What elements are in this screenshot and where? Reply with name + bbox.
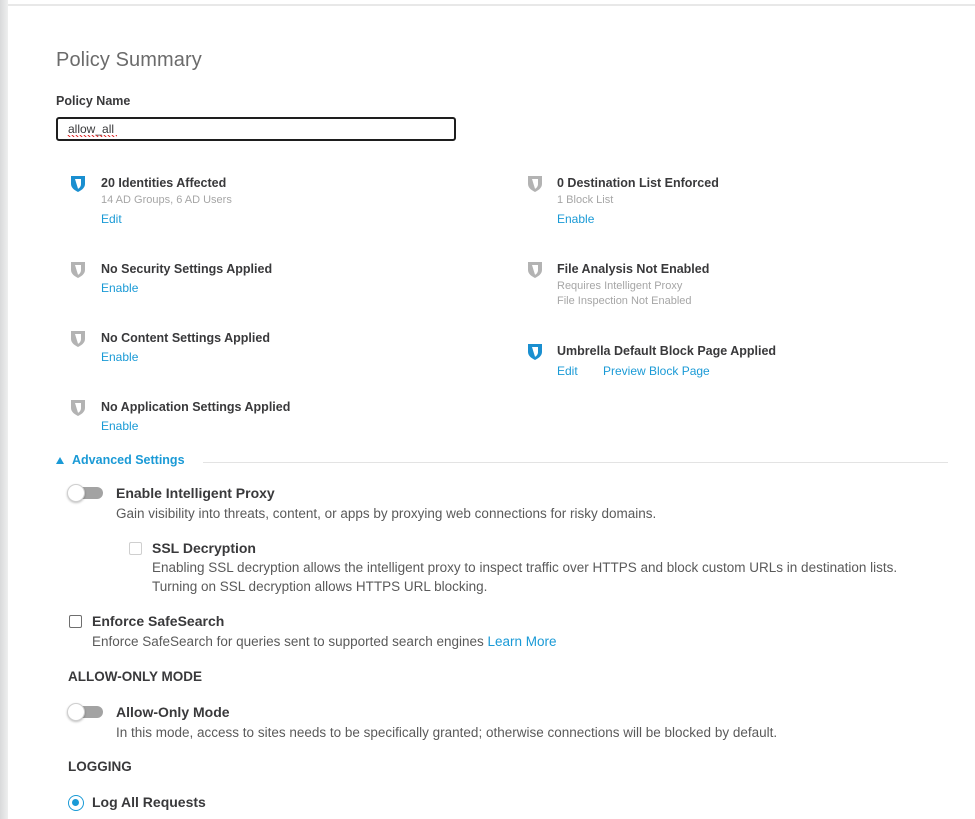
intelligent-proxy-title: Enable Intelligent Proxy	[116, 485, 275, 501]
content-enable-link[interactable]: Enable	[101, 350, 138, 364]
ssl-decryption-checkbox[interactable]	[129, 542, 142, 555]
summary-file-analysis: File Analysis Not Enabled Requires Intel…	[528, 262, 828, 312]
ssl-decryption-description-1: Enabling SSL decryption allows the intel…	[152, 560, 898, 575]
intelligent-proxy-toggle[interactable]	[67, 484, 103, 502]
summary-content: No Content Settings Applied Enable	[71, 331, 371, 371]
shield-inactive-icon	[71, 400, 85, 416]
application-title: No Application Settings Applied	[101, 400, 291, 414]
shield-active-icon	[71, 176, 85, 192]
security-title: No Security Settings Applied	[101, 262, 273, 276]
destination-subtitle: 1 Block List	[557, 194, 614, 206]
learn-more-link[interactable]: Learn More	[488, 634, 557, 649]
advanced-settings-divider	[203, 462, 948, 463]
toggle-knob	[67, 703, 85, 721]
file-analysis-subtitle-2: File Inspection Not Enabled	[557, 295, 692, 307]
summary-block-page: Umbrella Default Block Page Applied Edit…	[528, 344, 828, 384]
identities-subtitle: 14 AD Groups, 6 AD Users	[101, 194, 232, 206]
shield-inactive-icon	[528, 176, 542, 192]
shield-inactive-icon	[71, 331, 85, 347]
application-enable-link[interactable]: Enable	[101, 419, 138, 433]
destination-title: 0 Destination List Enforced	[557, 176, 719, 190]
log-all-requests-radio[interactable]	[68, 795, 84, 811]
safesearch-description: Enforce SafeSearch for queries sent to s…	[92, 634, 484, 649]
shield-inactive-icon	[71, 262, 85, 278]
advanced-settings-label: Advanced Settings	[72, 453, 185, 467]
allow-only-description: In this mode, access to sites needs to b…	[116, 725, 778, 740]
log-all-requests-label: Log All Requests	[92, 794, 206, 810]
ssl-decryption-title: SSL Decryption	[152, 540, 256, 556]
file-analysis-subtitle-1: Requires Intelligent Proxy	[557, 280, 683, 292]
safesearch-description-row: Enforce SafeSearch for queries sent to s…	[92, 632, 557, 651]
allow-only-section-title: ALLOW-ONLY MODE	[68, 669, 202, 684]
top-divider	[8, 4, 975, 6]
allow-only-title: Allow-Only Mode	[116, 704, 230, 720]
policy-name-input[interactable]	[56, 117, 456, 141]
block-page-title: Umbrella Default Block Page Applied	[557, 344, 777, 358]
identities-edit-link[interactable]: Edit	[101, 212, 122, 226]
page-title: Policy Summary	[56, 49, 202, 71]
preview-block-page-link[interactable]: Preview Block Page	[603, 364, 710, 378]
intelligent-proxy-description: Gain visibility into threats, content, o…	[116, 506, 657, 521]
ssl-decryption-description-2: Turning on SSL decryption allows HTTPS U…	[152, 579, 488, 594]
radio-selected-dot	[72, 799, 79, 806]
content-title: No Content Settings Applied	[101, 331, 270, 345]
security-enable-link[interactable]: Enable	[101, 281, 138, 295]
logging-section-title: LOGGING	[68, 759, 132, 774]
destination-enable-link[interactable]: Enable	[557, 212, 594, 226]
shield-inactive-icon	[528, 262, 542, 278]
identities-title: 20 Identities Affected	[101, 176, 227, 190]
spellcheck-underline	[67, 135, 117, 137]
block-page-edit-link[interactable]: Edit	[557, 364, 578, 378]
summary-identities: 20 Identities Affected 14 AD Groups, 6 A…	[71, 176, 371, 231]
enforce-safesearch-checkbox[interactable]	[69, 615, 82, 628]
left-panel-edge	[0, 0, 8, 819]
collapse-triangle-icon	[56, 456, 64, 464]
summary-application: No Application Settings Applied Enable	[71, 400, 371, 440]
summary-destination: 0 Destination List Enforced 1 Block List…	[528, 176, 828, 231]
file-analysis-title: File Analysis Not Enabled	[557, 262, 710, 276]
shield-active-icon	[528, 344, 542, 360]
policy-name-label: Policy Name	[56, 94, 131, 108]
advanced-settings-toggle[interactable]: Advanced Settings	[56, 453, 185, 467]
toggle-knob	[67, 484, 85, 502]
summary-security: No Security Settings Applied Enable	[71, 262, 371, 302]
safesearch-title: Enforce SafeSearch	[92, 613, 225, 629]
allow-only-toggle[interactable]	[67, 703, 103, 721]
